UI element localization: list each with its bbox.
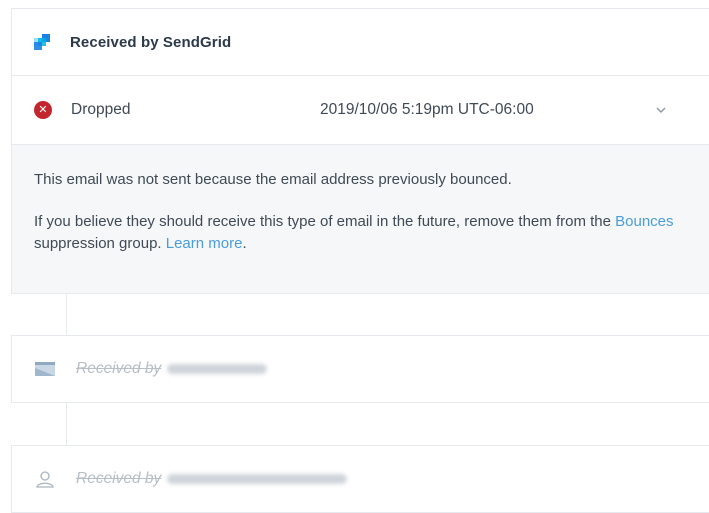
redacted-email-address <box>167 474 348 484</box>
card-header: Received by SendGrid <box>12 9 709 76</box>
received-by-server-row: Received by <box>11 335 709 403</box>
detail-advice-middle: suppression group. <box>34 235 166 252</box>
learn-more-link[interactable]: Learn more <box>166 235 243 252</box>
event-row-dropped[interactable]: ✕ Dropped 2019/10/06 5:19pm UTC-06:00 <box>12 76 709 145</box>
event-detail-panel: This email was not sent because the emai… <box>12 145 709 293</box>
user-icon <box>36 471 54 488</box>
received-by-label: Received by <box>76 360 162 377</box>
detail-message: This email was not sent because the emai… <box>34 171 512 188</box>
mail-server-icon <box>35 362 55 376</box>
sendgrid-logo-icon <box>34 34 50 50</box>
x-circle-icon: ✕ <box>34 101 52 119</box>
status-label: Dropped <box>71 101 131 118</box>
timeline-connector <box>66 403 67 445</box>
detail-advice-prefix: If you believe they should receive this … <box>34 213 616 230</box>
redacted-hostname <box>167 364 268 374</box>
sendgrid-event-card: Received by SendGrid ✕ Dropped 2019/10/0… <box>11 8 709 294</box>
chevron-down-icon[interactable] <box>654 104 668 116</box>
header-title: Received by SendGrid <box>70 33 232 51</box>
event-timestamp: 2019/10/06 5:19pm UTC-06:00 <box>320 101 534 118</box>
detail-advice-suffix: . <box>242 235 247 252</box>
received-by-label: Received by <box>76 470 162 487</box>
detail-advice: If you believe they should receive this … <box>34 211 674 255</box>
received-by-recipient-row: Received by <box>11 445 709 513</box>
timeline-connector <box>66 294 67 335</box>
bounces-link[interactable]: Bounces <box>615 213 673 230</box>
